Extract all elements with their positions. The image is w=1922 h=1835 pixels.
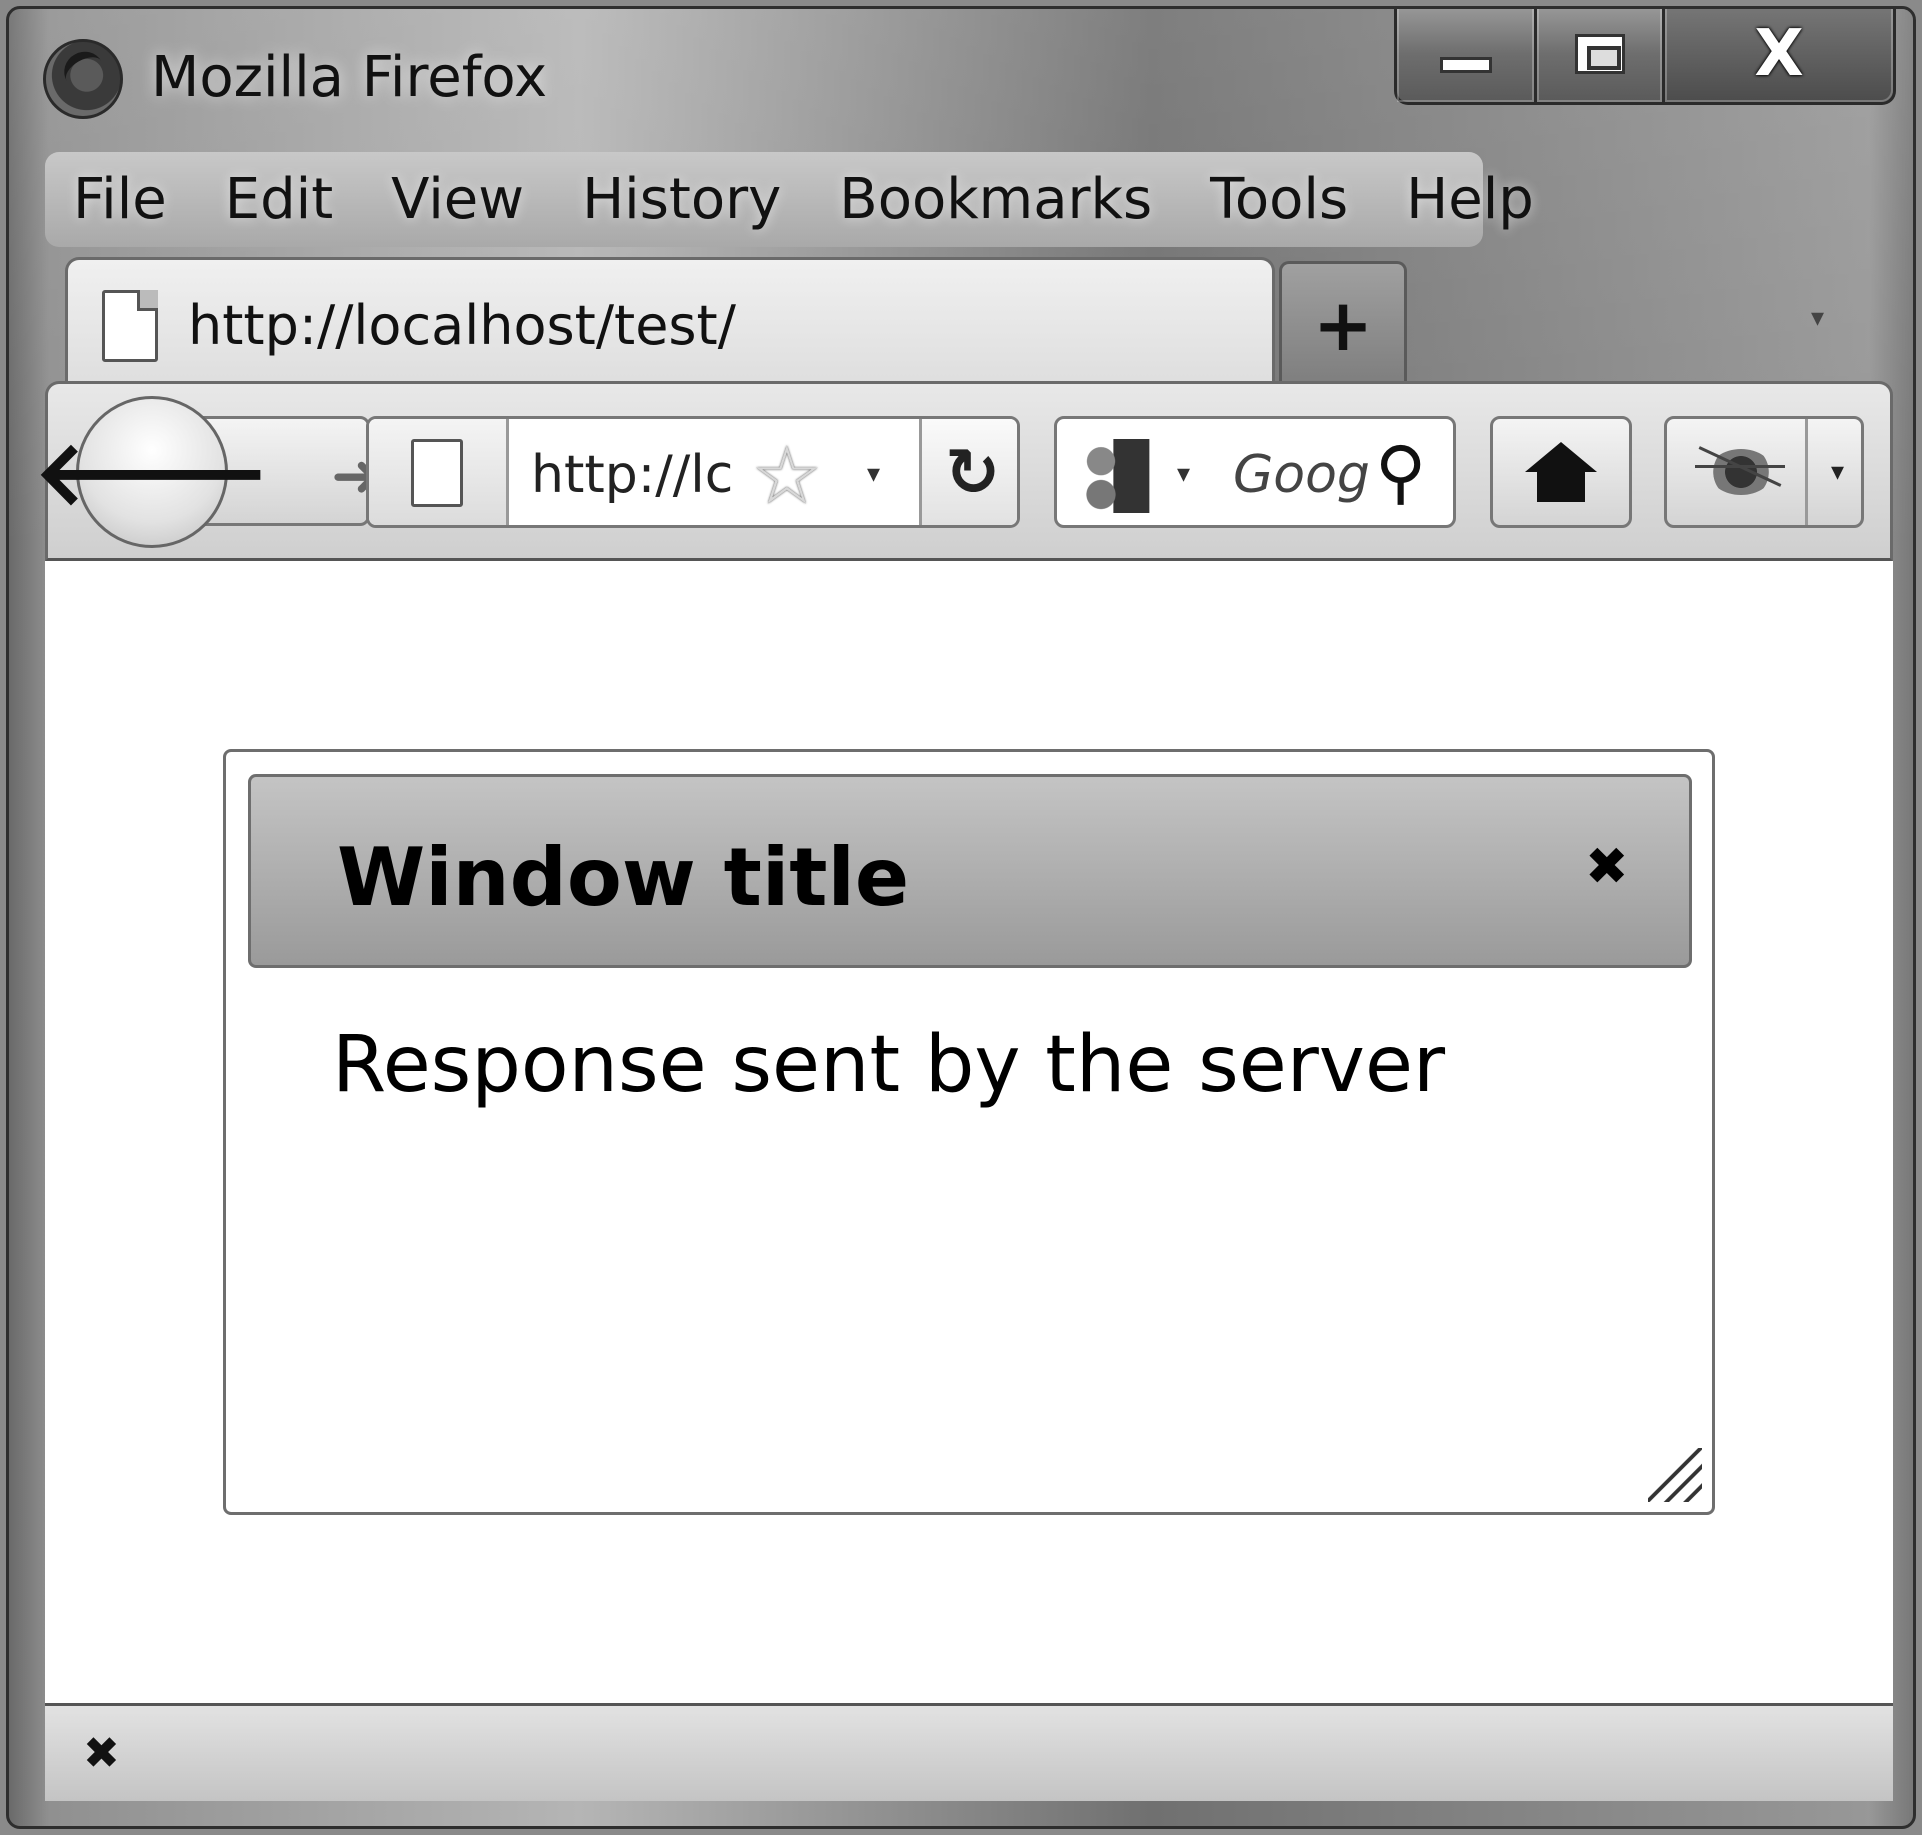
firebug-icon: [1695, 449, 1785, 495]
list-all-tabs-icon[interactable]: ▾: [1811, 303, 1824, 333]
page-content: Window title ✖ Response sent by the serv…: [45, 561, 1893, 1703]
addon-bar: ✖: [45, 1703, 1893, 1801]
site-identity-button[interactable]: [369, 419, 509, 525]
menu-help[interactable]: Help: [1406, 167, 1534, 232]
url-history-dropdown-icon[interactable]: ▾: [867, 459, 880, 489]
search-engine-dropdown-icon[interactable]: ▾: [1177, 459, 1190, 489]
url-input[interactable]: http://lc: [531, 445, 741, 505]
page-icon: [102, 290, 158, 362]
menu-bar: File Edit View History Bookmarks Tools H…: [45, 152, 1534, 247]
home-icon: [1525, 442, 1597, 502]
search-engine-icon[interactable]: [1077, 439, 1157, 513]
maximize-icon: [1574, 33, 1625, 74]
maximize-button[interactable]: [1537, 9, 1665, 102]
browser-window: Mozilla Firefox X File Edit View History…: [6, 6, 1916, 1829]
home-button[interactable]: [1490, 416, 1632, 528]
dialog-window: Window title ✖ Response sent by the serv…: [223, 749, 1715, 1515]
dialog-close-icon[interactable]: ✖: [1585, 841, 1629, 893]
firebug-dropdown-icon[interactable]: ▾: [1805, 419, 1867, 525]
menu-tools[interactable]: Tools: [1210, 167, 1348, 232]
reload-button[interactable]: ↻: [919, 419, 1017, 525]
firefox-logo-icon[interactable]: [43, 39, 123, 119]
dialog-title: Window title: [337, 831, 910, 924]
page-icon: [411, 439, 463, 507]
firebug-button[interactable]: ▾: [1664, 416, 1864, 528]
menu-edit[interactable]: Edit: [225, 167, 333, 232]
search-input[interactable]: Goog: [1233, 445, 1373, 505]
back-button[interactable]: 🡐: [34, 396, 270, 548]
menu-bookmarks[interactable]: Bookmarks: [839, 167, 1152, 232]
title-bar[interactable]: Mozilla Firefox X: [9, 9, 1913, 149]
resize-grip-icon[interactable]: [1648, 1448, 1702, 1502]
minimize-icon: [1439, 56, 1492, 73]
menu-history[interactable]: History: [582, 167, 781, 232]
search-bar[interactable]: ▾ Goog ⚲: [1054, 416, 1456, 528]
window-title: Mozilla Firefox: [151, 45, 548, 110]
menu-file[interactable]: File: [73, 167, 167, 232]
minimize-button[interactable]: [1397, 9, 1537, 102]
close-icon: X: [1754, 16, 1804, 91]
dialog-body-text: Response sent by the server: [332, 1020, 1446, 1110]
navigation-toolbar: ➜ 🡐 http://lc ☆ ▾ ↻ ▾ Goog ⚲ ▾: [34, 381, 1893, 561]
addon-bar-close-icon[interactable]: ✖: [83, 1728, 120, 1779]
close-window-button[interactable]: X: [1665, 9, 1893, 102]
dialog-titlebar[interactable]: Window title ✖: [248, 774, 1692, 968]
new-tab-button[interactable]: +: [1279, 261, 1407, 385]
back-arrow-icon: 🡐: [34, 421, 270, 524]
tab-title: http://localhost/test/: [188, 294, 736, 357]
tab-active[interactable]: http://localhost/test/: [65, 257, 1275, 385]
caption-buttons: X: [1394, 9, 1896, 105]
search-icon[interactable]: ⚲: [1375, 431, 1426, 513]
url-bar[interactable]: http://lc ☆ ▾ ↻: [366, 416, 1020, 528]
menu-view[interactable]: View: [391, 167, 524, 232]
bookmark-star-icon[interactable]: ☆: [751, 429, 823, 522]
